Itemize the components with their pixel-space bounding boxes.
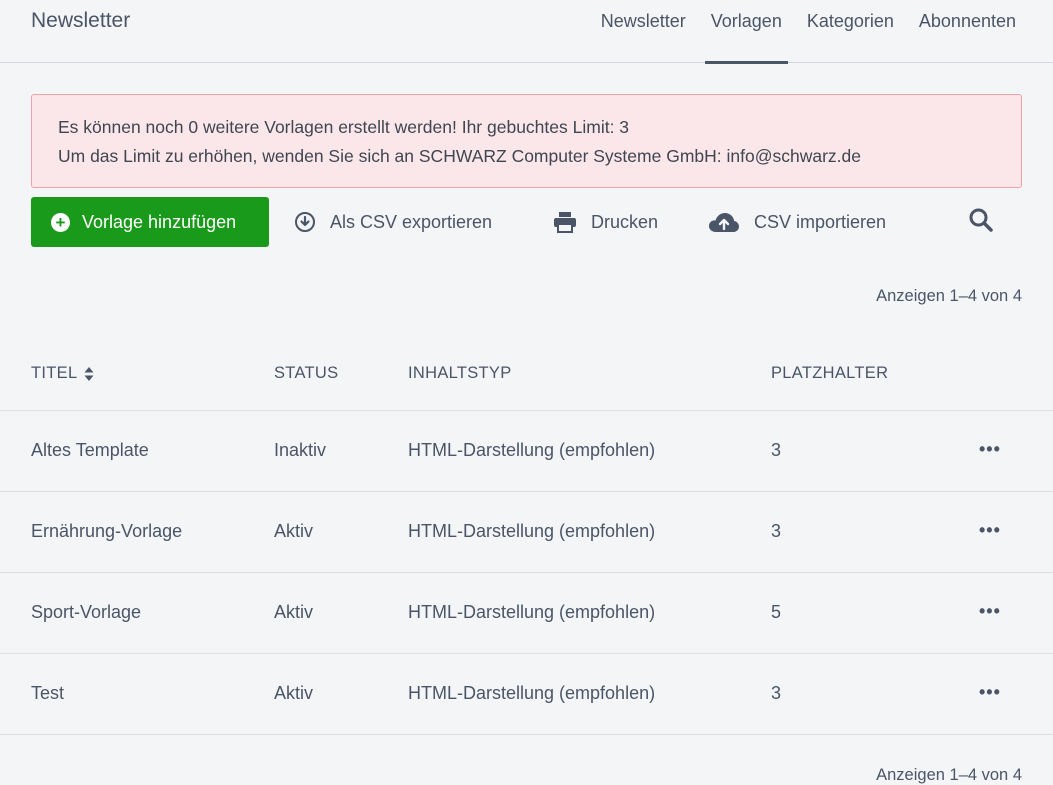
search-icon bbox=[968, 207, 994, 238]
nav-kategorien[interactable]: Kategorien bbox=[807, 0, 894, 63]
cell-status: Aktiv bbox=[274, 602, 314, 622]
add-template-label: Vorlage hinzufügen bbox=[82, 211, 237, 232]
main-nav: Newsletter Vorlagen Kategorien Abonnente… bbox=[576, 0, 1016, 64]
nav-newsletter[interactable]: Newsletter bbox=[601, 0, 686, 63]
cell-placeholders: 3 bbox=[771, 521, 782, 541]
export-csv-label: Als CSV exportieren bbox=[330, 211, 493, 232]
print-label: Drucken bbox=[591, 211, 659, 232]
cell-title[interactable]: Altes Template bbox=[31, 440, 149, 461]
cell-placeholders: 3 bbox=[771, 440, 782, 460]
cell-title[interactable]: Ernährung-Vorlage bbox=[31, 521, 182, 542]
cell-status: Inaktiv bbox=[274, 440, 327, 460]
table-header: TITEL STATUS INHALTSTYP PLATZHALTER bbox=[0, 345, 1053, 411]
table-row[interactable]: Altes Template Inaktiv HTML-Darstellung … bbox=[0, 411, 1053, 492]
cell-status: Aktiv bbox=[274, 683, 314, 703]
pagination-summary-bottom: Anzeigen 1–4 von 4 bbox=[876, 766, 1022, 784]
cell-content-type: HTML-Darstellung (empfohlen) bbox=[408, 602, 656, 622]
import-csv-button[interactable]: CSV importieren bbox=[708, 197, 886, 247]
cell-content-type: HTML-Darstellung (empfohlen) bbox=[408, 440, 656, 460]
row-actions-icon[interactable]: ••• bbox=[979, 520, 1001, 541]
plus-circle-icon: + bbox=[51, 212, 70, 232]
cell-title[interactable]: Sport-Vorlage bbox=[31, 602, 141, 623]
search-button[interactable] bbox=[968, 197, 994, 247]
nav-abonnenten[interactable]: Abonnenten bbox=[919, 0, 1016, 63]
column-placeholders: PLATZHALTER bbox=[771, 364, 889, 382]
nav-vorlagen[interactable]: Vorlagen bbox=[704, 0, 788, 64]
column-title-label: TITEL bbox=[31, 364, 78, 382]
row-actions-icon[interactable]: ••• bbox=[979, 439, 1001, 460]
column-status: STATUS bbox=[274, 364, 339, 382]
app-title: Newsletter bbox=[31, 9, 131, 32]
column-title[interactable]: TITEL bbox=[31, 364, 94, 383]
pagination-summary-top: Anzeigen 1–4 von 4 bbox=[876, 287, 1022, 305]
table-row[interactable]: Ernährung-Vorlage Aktiv HTML-Darstellung… bbox=[0, 492, 1053, 573]
cell-content-type: HTML-Darstellung (empfohlen) bbox=[408, 683, 656, 703]
download-circle-icon bbox=[294, 211, 316, 233]
print-button[interactable]: Drucken bbox=[553, 197, 658, 247]
cloud-upload-icon bbox=[708, 211, 740, 233]
cell-title[interactable]: Test bbox=[31, 683, 64, 704]
cell-placeholders: 3 bbox=[771, 683, 782, 703]
table-row[interactable]: Test Aktiv HTML-Darstellung (empfohlen) … bbox=[0, 654, 1053, 735]
top-bar: Newsletter Newsletter Vorlagen Kategorie… bbox=[0, 0, 1053, 64]
limit-alert: Es können noch 0 weitere Vorlagen erstel… bbox=[31, 94, 1022, 188]
export-csv-button[interactable]: Als CSV exportieren bbox=[294, 197, 492, 247]
column-content-type: INHALTSTYP bbox=[408, 364, 512, 382]
table-row[interactable]: Sport-Vorlage Aktiv HTML-Darstellung (em… bbox=[0, 573, 1053, 654]
sort-icon bbox=[84, 366, 94, 382]
cell-status: Aktiv bbox=[274, 521, 314, 541]
row-actions-icon[interactable]: ••• bbox=[979, 682, 1001, 703]
row-actions-icon[interactable]: ••• bbox=[979, 601, 1001, 622]
cell-content-type: HTML-Darstellung (empfohlen) bbox=[408, 521, 656, 541]
add-template-button[interactable]: + Vorlage hinzufügen bbox=[31, 197, 269, 247]
printer-icon bbox=[553, 211, 577, 233]
alert-line-1: Es können noch 0 weitere Vorlagen erstel… bbox=[58, 117, 630, 137]
toolbar: + Vorlage hinzufügen Als CSV exportieren… bbox=[31, 197, 1022, 247]
import-csv-label: CSV importieren bbox=[754, 211, 887, 232]
alert-line-2: Um das Limit zu erhöhen, wenden Sie sich… bbox=[58, 146, 861, 166]
cell-placeholders: 5 bbox=[771, 602, 782, 622]
